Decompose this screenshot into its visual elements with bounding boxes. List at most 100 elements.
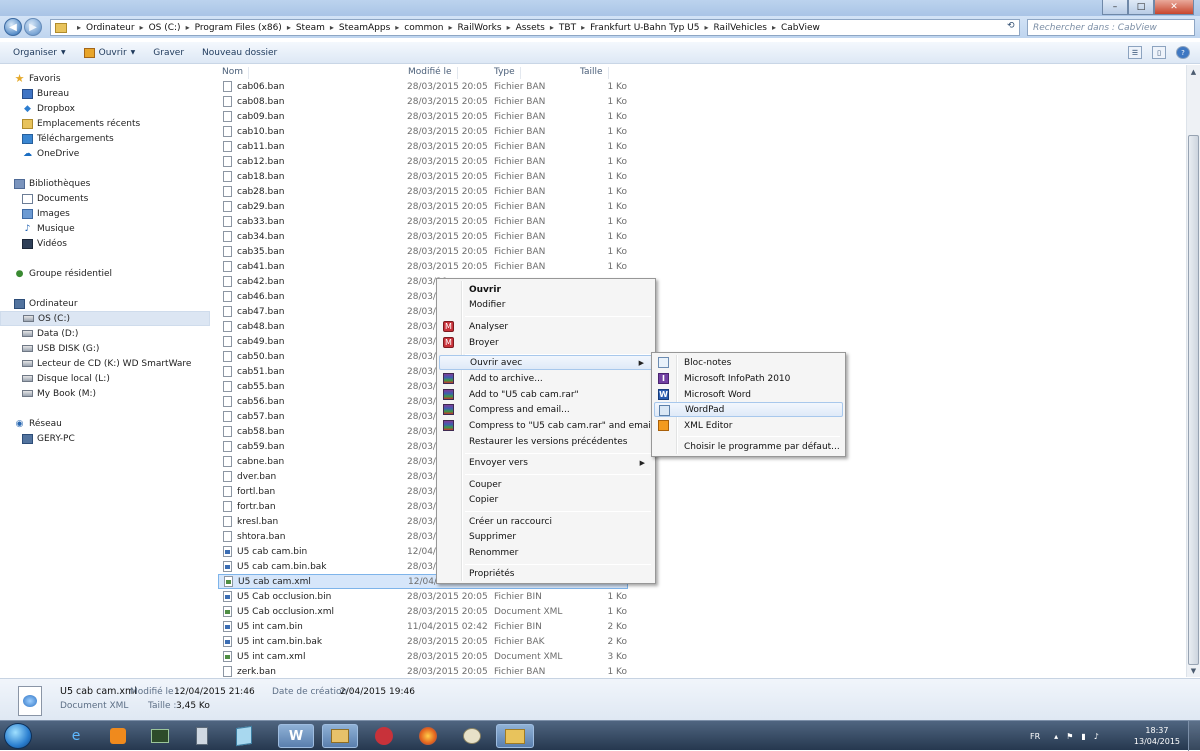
scroll-thumb[interactable]: [1188, 135, 1199, 665]
submenu-item-infopath[interactable]: I Microsoft InfoPath 2010: [654, 371, 843, 386]
nav-item-network[interactable]: GERY-PC: [0, 431, 210, 446]
breadcrumb-item[interactable]: Steam: [296, 23, 325, 33]
file-row[interactable]: cab08.ban 28/03/2015 20:05 Fichier BAN 1 Ko: [218, 94, 628, 109]
breadcrumb-item[interactable]: TBT: [559, 23, 576, 33]
nav-item-library[interactable]: Documents: [0, 191, 210, 206]
column-header-size[interactable]: Taille: [580, 67, 609, 79]
menu-item-delete[interactable]: Supprimer: [439, 529, 653, 544]
menu-item-compress-rar-email[interactable]: Compress to "U5 cab cam.rar" and email: [439, 418, 653, 433]
breadcrumb-item[interactable]: common: [404, 23, 443, 33]
nav-favorites[interactable]: ★ Favoris: [0, 71, 210, 86]
file-row[interactable]: cab33.ban 28/03/2015 20:05 Fichier BAN 1 Ko: [218, 214, 628, 229]
menu-item-add-rar[interactable]: Add to "U5 cab cam.rar": [439, 387, 653, 402]
file-row[interactable]: U5 int cam.bin.bak 28/03/2015 20:05 Fichie…: [218, 634, 628, 649]
start-button[interactable]: [4, 723, 32, 749]
forward-button[interactable]: ▶: [24, 18, 42, 36]
menu-item-shred[interactable]: M Broyer: [439, 335, 653, 350]
maximize-button[interactable]: □: [1128, 0, 1154, 15]
menu-item-rename[interactable]: Renommer: [439, 545, 653, 560]
breadcrumb-separator-icon[interactable]: ▸: [507, 23, 511, 32]
word-app-icon[interactable]: W: [278, 724, 314, 748]
breadcrumb-separator-icon[interactable]: ▸: [330, 23, 334, 32]
nav-item-favorite[interactable]: ☁ OneDrive: [0, 146, 210, 161]
nav-item-drive[interactable]: Lecteur de CD (K:) WD SmartWare: [0, 356, 210, 371]
close-button[interactable]: ✕: [1154, 0, 1194, 15]
breadcrumb-item[interactable]: Frankfurt U-Bahn Typ U5: [590, 23, 699, 33]
breadcrumb-separator-icon[interactable]: ▸: [704, 23, 708, 32]
preview-pane-icon[interactable]: ▯: [1152, 46, 1166, 59]
file-row[interactable]: U5 Cab occlusion.xml 28/03/2015 20:05 Docu…: [218, 604, 628, 619]
notepad-app-icon[interactable]: [226, 724, 262, 748]
antivirus-app-icon[interactable]: [366, 724, 402, 748]
nav-item-drive[interactable]: Data (D:): [0, 326, 210, 341]
submenu-item-notepad[interactable]: Bloc-notes: [654, 355, 843, 370]
submenu-item-word[interactable]: W Microsoft Word: [654, 387, 843, 402]
breadcrumb-item[interactable]: SteamApps: [339, 23, 390, 33]
file-row[interactable]: U5 int cam.xml 28/03/2015 20:05 Document X…: [218, 649, 628, 664]
breadcrumb-separator-icon[interactable]: ▸: [448, 23, 452, 32]
nav-item-library[interactable]: ♪ Musique: [0, 221, 210, 236]
explorer-app-icon[interactable]: [496, 724, 534, 748]
new-folder-button[interactable]: Nouveau dossier: [193, 48, 286, 58]
open-button[interactable]: Ouvrir ▼: [75, 47, 145, 58]
nav-network[interactable]: ◉ Réseau: [0, 416, 210, 431]
column-header-name[interactable]: Nom: [222, 67, 250, 79]
file-row[interactable]: U5 int cam.bin 11/04/2015 02:42 Fichier BI…: [218, 619, 628, 634]
presentation-app-icon[interactable]: [322, 724, 358, 748]
file-row[interactable]: cab41.ban 28/03/2015 20:05 Fichier BAN 1 Ko: [218, 259, 628, 274]
breadcrumb-separator-icon[interactable]: ▸: [772, 23, 776, 32]
menu-item-open[interactable]: Ouvrir: [439, 282, 653, 297]
menu-item-compress-email[interactable]: Compress and email...: [439, 402, 653, 417]
nav-item-favorite[interactable]: Téléchargements: [0, 131, 210, 146]
file-row[interactable]: cab09.ban 28/03/2015 20:05 Fichier BAN 1 Ko: [218, 109, 628, 124]
menu-item-create-shortcut[interactable]: Créer un raccourci: [439, 514, 653, 529]
file-row[interactable]: cab12.ban 28/03/2015 20:05 Fichier BAN 1 Ko: [218, 154, 628, 169]
scroll-up-icon[interactable]: ▲: [1187, 65, 1200, 78]
breadcrumb-separator-icon[interactable]: ▸: [581, 23, 585, 32]
breadcrumb-item[interactable]: CabView: [781, 23, 820, 33]
burn-button[interactable]: Graver: [144, 48, 193, 58]
internet-explorer-icon[interactable]: e: [58, 724, 94, 748]
network-icon[interactable]: ▮: [1081, 732, 1085, 741]
file-row[interactable]: cab11.ban 28/03/2015 20:05 Fichier BAN 1 Ko: [218, 139, 628, 154]
organize-button[interactable]: Organiser ▼: [0, 48, 75, 58]
file-row[interactable]: cab10.ban 28/03/2015 20:05 Fichier BAN 1 Ko: [218, 124, 628, 139]
breadcrumb-separator-icon[interactable]: ▸: [395, 23, 399, 32]
nav-item-drive[interactable]: Disque local (L:): [0, 371, 210, 386]
submenu-item-wordpad[interactable]: WordPad: [654, 402, 843, 417]
minimize-button[interactable]: –: [1102, 0, 1128, 15]
nav-item-drive[interactable]: USB DISK (G:): [0, 341, 210, 356]
nav-computer[interactable]: Ordinateur: [0, 296, 210, 311]
breadcrumb-item[interactable]: Program Files (x86): [195, 23, 282, 33]
file-row[interactable]: cab28.ban 28/03/2015 20:05 Fichier BAN 1 Ko: [218, 184, 628, 199]
refresh-icon[interactable]: ⟲: [1007, 21, 1015, 31]
breadcrumb-separator-icon[interactable]: ▸: [550, 23, 554, 32]
file-row[interactable]: cab34.ban 28/03/2015 20:05 Fichier BAN 1 Ko: [218, 229, 628, 244]
file-row[interactable]: cab29.ban 28/03/2015 20:05 Fichier BAN 1 Ko: [218, 199, 628, 214]
submenu-item-xml-editor[interactable]: XML Editor: [654, 418, 843, 433]
calculator-icon[interactable]: [184, 724, 220, 748]
back-button[interactable]: ◀: [4, 18, 22, 36]
file-row[interactable]: U5 Cab occlusion.bin 28/03/2015 20:05 Fich…: [218, 589, 628, 604]
nav-item-drive[interactable]: OS (C:): [0, 311, 210, 326]
scroll-down-icon[interactable]: ▼: [1187, 664, 1200, 677]
nav-libraries[interactable]: Bibliothèques: [0, 176, 210, 191]
menu-item-scan[interactable]: M Analyser: [439, 319, 653, 334]
nav-item-drive[interactable]: My Book (M:): [0, 386, 210, 401]
breadcrumb-separator-icon[interactable]: ▸: [77, 23, 81, 32]
language-indicator[interactable]: FR: [1030, 732, 1040, 741]
submenu-item-choose-default[interactable]: Choisir le programme par défaut...: [654, 439, 843, 454]
volume-icon[interactable]: ♪: [1094, 732, 1099, 741]
menu-item-send-to[interactable]: Envoyer vers ▶: [439, 455, 653, 470]
nav-item-library[interactable]: Images: [0, 206, 210, 221]
breadcrumb-item[interactable]: Assets: [516, 23, 545, 33]
menu-item-restore[interactable]: Restaurer les versions précédentes: [439, 434, 653, 449]
file-row[interactable]: cab18.ban 28/03/2015 20:05 Fichier BAN 1 Ko: [218, 169, 628, 184]
column-header-type[interactable]: Type: [494, 67, 521, 79]
nav-item-library[interactable]: Vidéos: [0, 236, 210, 251]
search-input[interactable]: Rechercher dans : CabView: [1027, 19, 1195, 36]
paint-icon[interactable]: [454, 724, 490, 748]
menu-item-add-archive[interactable]: Add to archive...: [439, 371, 653, 386]
view-mode-icon[interactable]: ☰: [1128, 46, 1142, 59]
show-hidden-icons-icon[interactable]: ▴: [1054, 732, 1058, 741]
